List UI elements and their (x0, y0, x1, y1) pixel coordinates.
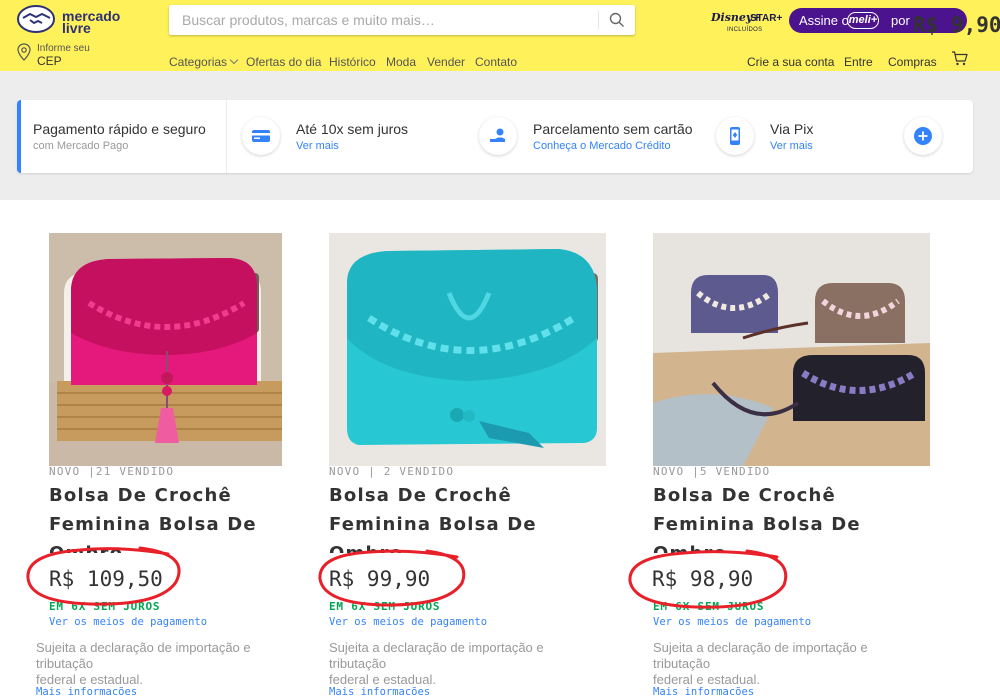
product-title[interactable]: Bolsa De Crochê Feminina Bolsa De Ombro (49, 481, 289, 553)
option-title: Via Pix (770, 121, 814, 137)
mercado-credito-link[interactable]: Conheça o Mercado Crédito (533, 140, 671, 152)
included-label: INCLUÍDOS (727, 27, 763, 33)
product-price: R$ 98,90 (652, 567, 754, 591)
nav-contato[interactable]: Contato (475, 55, 517, 69)
create-account-link[interactable]: Crie a sua conta (747, 55, 834, 69)
option-title: Até 10x sem juros (296, 121, 409, 137)
payment-methods-link[interactable]: Ver os meios de pagamento (653, 616, 811, 628)
installments-label: EM 6X SEM JUROS (49, 600, 161, 610)
logo-wordmark: mercado livre (62, 8, 121, 36)
product-image[interactable] (329, 233, 606, 466)
payment-title: Pagamento rápido e seguro (33, 121, 206, 137)
more-payment-options-button[interactable] (904, 117, 942, 155)
product-image[interactable] (653, 233, 930, 466)
condition-sold-label: NOVO | 2 VENDIDO (329, 465, 455, 478)
cart-icon[interactable] (951, 51, 968, 66)
nav-historico[interactable]: Histórico (329, 55, 376, 69)
payment-methods-bar: Pagamento rápido e seguro com Mercado Pa… (17, 100, 973, 173)
ver-mais-link[interactable]: Ver mais (770, 140, 813, 152)
mercado-livre-logo[interactable]: mercado livre (17, 4, 135, 36)
location-pin-icon (17, 43, 31, 61)
product-title[interactable]: Bolsa De Crochê Feminina Bolsa De Ombro (653, 481, 893, 553)
option-title: Parcelamento sem cartão (533, 121, 693, 137)
handshake-logo-icon (17, 5, 55, 33)
nav-ofertas-do-dia[interactable]: Ofertas do dia (246, 55, 321, 69)
import-tax-notice: Sujeita a declaração de importação e tri… (653, 640, 868, 687)
phone-pix-icon (716, 117, 754, 155)
installments-label: EM 6X SEM JUROS (653, 600, 765, 610)
purchases-link[interactable]: Compras (888, 55, 937, 69)
cep-selector[interactable]: Informe seu CEP (17, 42, 127, 68)
credit-card-icon (242, 117, 280, 155)
product-image[interactable] (49, 233, 282, 466)
meli-plus-badge: meli+ (847, 12, 879, 29)
product-price: R$ 99,90 (329, 567, 431, 591)
product-title[interactable]: Bolsa De Crochê Feminina Bolsa De Ombro (329, 481, 569, 553)
search-input[interactable] (169, 5, 602, 35)
disney-star-promo[interactable]: Disney+ STAR+ INCLUÍDOS (706, 9, 784, 35)
star-plus-logo: STAR+ (750, 13, 783, 24)
meli-price: R$ 9,90 (913, 13, 1000, 37)
meli-por: por (891, 13, 910, 28)
meli-plus-subscribe-button[interactable]: Assine o meli+ por R$ 9,90 (789, 8, 1000, 37)
search-box (169, 5, 635, 35)
search-icon[interactable] (608, 11, 626, 29)
accent-bar (17, 100, 21, 173)
import-tax-notice: Sujeita a declaração de importação e tri… (329, 640, 544, 687)
cep-label: CEP (37, 54, 62, 68)
import-tax-notice: Sujeita a declaração de importação e tri… (36, 640, 251, 687)
payment-methods-link[interactable]: Ver os meios de pagamento (329, 616, 487, 628)
installments-label: EM 6X SEM JUROS (329, 600, 441, 610)
payment-subtitle: com Mercado Pago (33, 140, 129, 152)
product-price: R$ 109,50 (49, 567, 163, 591)
chevron-down-icon (229, 55, 239, 65)
meli-prefix: Assine o (799, 13, 849, 28)
login-link[interactable]: Entre (844, 55, 873, 69)
ver-mais-link[interactable]: Ver mais (296, 140, 339, 152)
cep-hint: Informe seu (37, 43, 90, 54)
payment-methods-link[interactable]: Ver os meios de pagamento (49, 616, 207, 628)
nav-categorias[interactable]: Categorias (169, 55, 239, 69)
search-divider (598, 11, 599, 29)
nav-moda[interactable]: Moda (386, 55, 416, 69)
plus-icon (914, 127, 932, 145)
more-info-link[interactable]: Mais informações (36, 686, 137, 695)
divider (226, 100, 227, 173)
more-info-link[interactable]: Mais informações (329, 686, 430, 695)
more-info-link[interactable]: Mais informações (653, 686, 754, 695)
condition-sold-label: NOVO |21 VENDIDO (49, 465, 175, 478)
condition-sold-label: NOVO |5 VENDIDO (653, 465, 771, 478)
nav-vender[interactable]: Vender (427, 55, 465, 69)
header: mercado livre Disney+ STAR+ INCLUÍDOS As… (0, 0, 1000, 71)
hand-coin-icon (479, 117, 517, 155)
